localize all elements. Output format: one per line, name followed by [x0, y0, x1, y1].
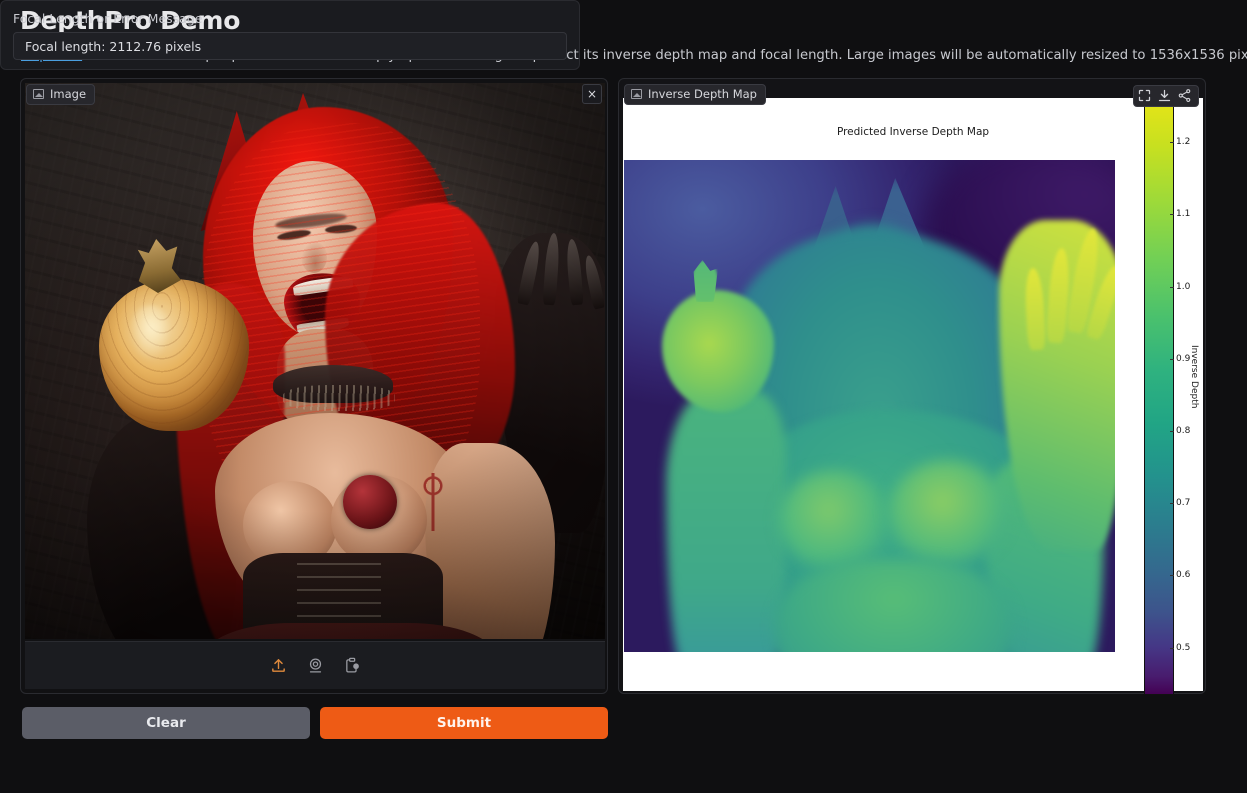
focal-length-panel: Focal Length or Error Message Focal leng… [0, 0, 580, 70]
colorbar-axis-label: Inverse Depth [1189, 345, 1199, 409]
depth-heatmap [624, 160, 1115, 652]
colorbar-tick: 0.5 [1169, 643, 1191, 653]
depth-plot-canvas[interactable]: Predicted Inverse Depth Map [623, 98, 1203, 691]
image-panel-label: Image [26, 84, 96, 105]
share-icon[interactable] [1177, 88, 1195, 104]
image-icon [33, 89, 44, 99]
colorbar-tick: 0.8 [1169, 426, 1191, 436]
colorbar-tick: 0.6 [1169, 570, 1191, 580]
depth-panel-label-text: Inverse Depth Map [648, 87, 757, 101]
webcam-icon[interactable] [307, 657, 324, 674]
depth-output-panel: Inverse Depth Map Predicted Inverse Dept… [618, 78, 1206, 694]
paste-icon[interactable] [344, 657, 361, 674]
plot-title: Predicted Inverse Depth Map [836, 126, 990, 138]
colorbar-tick: 0.7 [1169, 498, 1191, 508]
colorbar-tick: 1.2 [1169, 137, 1191, 147]
close-icon[interactable]: × [582, 84, 602, 104]
app-root: DepthPro Demo DepthPro is a fast metric … [0, 0, 1247, 793]
image-toolbar [25, 641, 605, 689]
colorbar-tick: 1.0 [1169, 282, 1191, 292]
plot-toolbar [1133, 85, 1199, 107]
focal-length-value[interactable]: Focal length: 2112.76 pixels [13, 32, 567, 60]
focal-length-label: Focal Length or Error Message [13, 11, 203, 26]
image-panel-label-text: Image [50, 87, 87, 101]
submit-button[interactable]: Submit [320, 707, 608, 739]
colorbar-tick: 1.1 [1169, 209, 1191, 219]
download-icon[interactable] [1157, 88, 1175, 104]
fullscreen-icon[interactable] [1137, 88, 1155, 104]
uploaded-artwork [25, 83, 605, 639]
clear-button[interactable]: Clear [22, 707, 310, 739]
colorbar [1144, 104, 1174, 695]
image-icon [631, 89, 642, 99]
image-input-panel: Image × [20, 78, 608, 694]
image-preview[interactable] [25, 83, 605, 639]
depth-panel-label: Inverse Depth Map [624, 84, 766, 105]
upload-icon[interactable] [270, 657, 287, 674]
